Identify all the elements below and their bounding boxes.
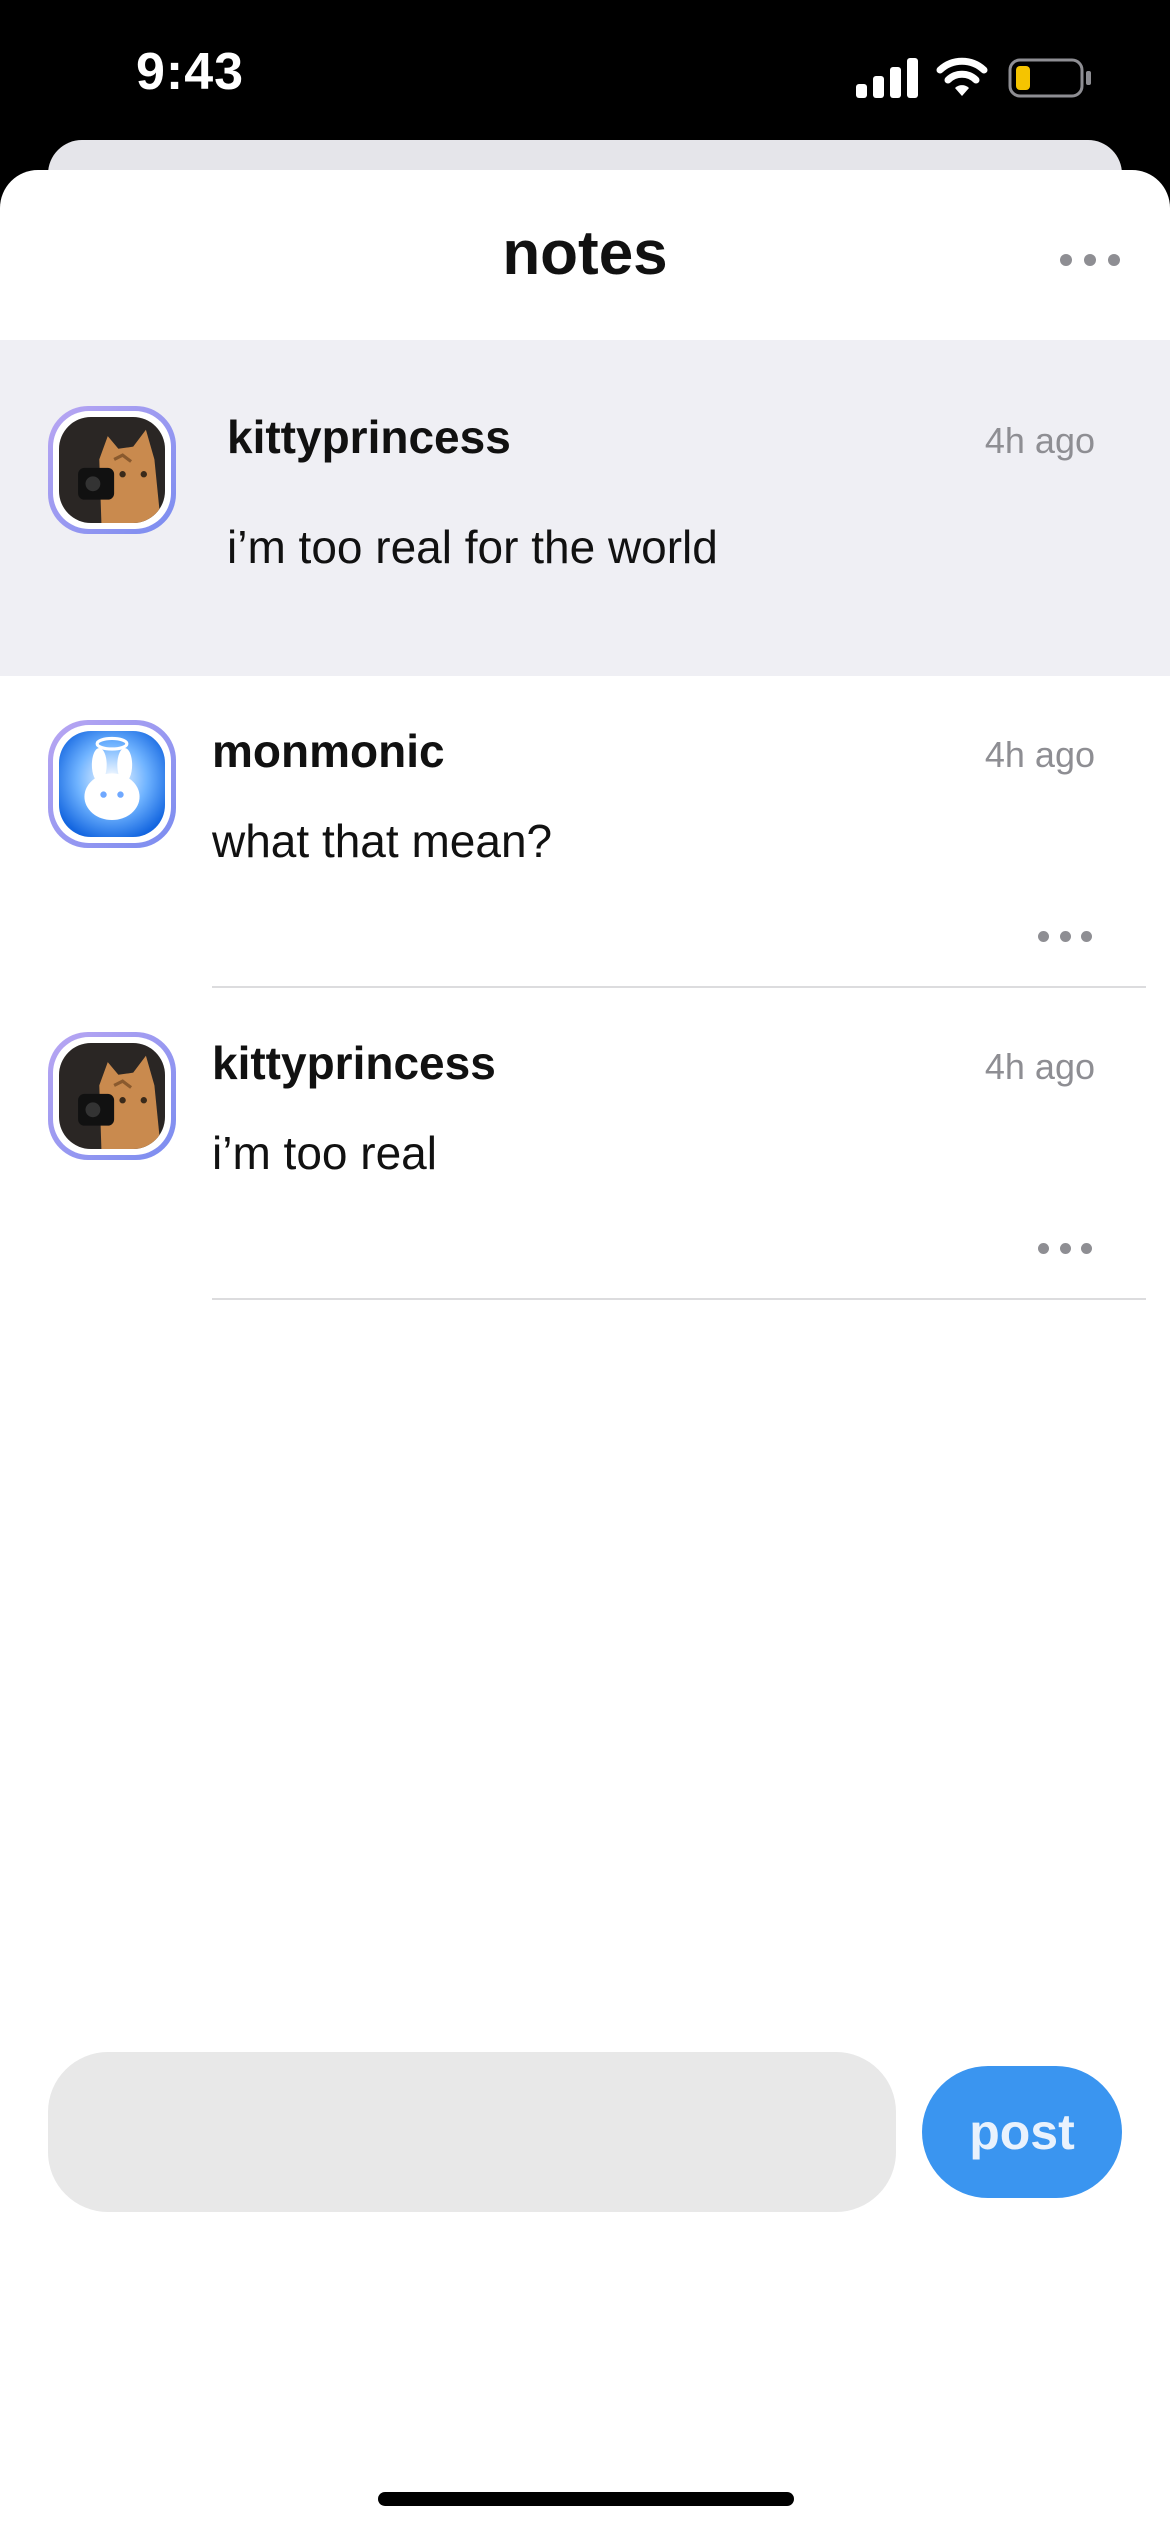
note-username[interactable]: kittyprincess: [227, 410, 511, 464]
sheet-header: notes: [0, 170, 1170, 340]
bunny-avatar[interactable]: [48, 720, 176, 848]
page-title: notes: [502, 219, 668, 288]
reply-item: kittyprincess 4h ago i’m too real: [0, 988, 1170, 1300]
reply-username[interactable]: kittyprincess: [212, 1036, 496, 1090]
home-indicator[interactable]: [378, 2492, 794, 2506]
cat-photo-icon: [59, 417, 165, 523]
reply-text: what that mean?: [212, 815, 553, 867]
reply-timestamp: 4h ago: [984, 734, 1095, 775]
more-options-icon[interactable]: [1060, 250, 1120, 270]
post-button[interactable]: post: [922, 2066, 1122, 2198]
cellular-signal-icon: [856, 58, 918, 98]
note-text: i’m too real for the world: [227, 521, 718, 573]
divider: [212, 1298, 1146, 1300]
reply-input[interactable]: [48, 2052, 896, 2212]
original-note: kittyprincess 4h ago i’m too real for th…: [0, 340, 1170, 676]
reply-username[interactable]: monmonic: [212, 724, 445, 778]
cat-photo-avatar[interactable]: [48, 1032, 176, 1160]
reply-item: monmonic 4h ago what that mean?: [0, 676, 1170, 988]
reply-timestamp: 4h ago: [984, 1046, 1095, 1087]
bunny-icon: [59, 731, 165, 837]
more-options-icon[interactable]: [1038, 1238, 1092, 1258]
status-time: 9:43: [136, 43, 245, 101]
battery-low-icon: [1008, 58, 1091, 98]
cat-photo-icon: [59, 1043, 165, 1149]
status-bar: 9:43: [0, 0, 1170, 150]
cat-photo-avatar[interactable]: [48, 406, 176, 534]
more-options-icon[interactable]: [1038, 926, 1092, 946]
note-timestamp: 4h ago: [984, 420, 1095, 461]
wifi-icon: [936, 57, 988, 96]
reply-text: i’m too real: [212, 1127, 437, 1179]
